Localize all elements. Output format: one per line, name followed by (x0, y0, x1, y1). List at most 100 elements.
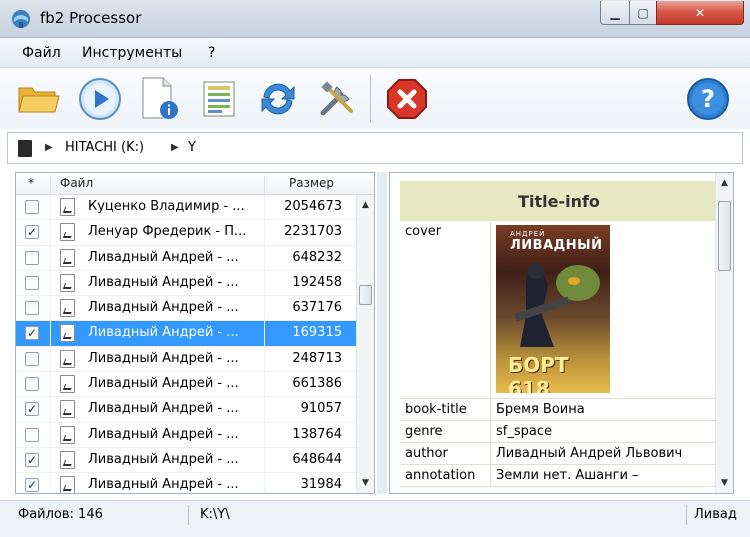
menu-tools[interactable]: Инструменты (82, 45, 182, 61)
file-info-button[interactable] (136, 75, 182, 123)
table-row[interactable]: ✓ Ливадный Андрей - ... 648644 (16, 447, 356, 474)
svg-text:?: ? (701, 85, 715, 113)
row-checkbox[interactable]: ✓ (25, 225, 39, 240)
splitter[interactable] (377, 172, 387, 494)
row-checkbox[interactable]: ✓ (25, 326, 39, 341)
table-row[interactable]: ✓ Ливадный Андрей - ... 91057 (16, 397, 356, 423)
close-icon: ✕ (694, 5, 706, 20)
info-key: cover (405, 224, 442, 239)
row-separator (50, 397, 51, 422)
info-value: Бремя Воина (496, 402, 585, 417)
row-separator (264, 346, 265, 372)
column-check-header[interactable]: * (28, 176, 34, 190)
file-size: 2054673 (284, 199, 342, 214)
table-row[interactable]: Ливадный Андрей - ... 661386 (16, 372, 356, 398)
column-size-header[interactable]: Размер (289, 176, 334, 190)
report-icon (203, 81, 235, 117)
table-row[interactable]: ✓ Ливадный Андрей - ... 169315 (16, 321, 356, 347)
fb2-file-icon (60, 273, 75, 292)
fb2-file-icon (60, 476, 75, 493)
status-path: K:\Y\ (200, 507, 230, 522)
list-header: * Файл Размер (16, 173, 374, 195)
info-panel: Title-info cover АНДРЕЙ ЛИВАДНЫЙ БОРТ 61… (389, 172, 734, 494)
list-scrollbar[interactable]: ▲ ▼ (356, 195, 374, 493)
file-name: Ленуар Фредерик - П... (88, 224, 247, 240)
run-button[interactable] (77, 75, 123, 123)
fb2-file-icon (60, 400, 75, 419)
table-row[interactable]: Ливадный Андрей - ... 248713 (16, 346, 356, 373)
table-row[interactable]: Ливадный Андрей - ... 192458 (16, 270, 356, 297)
toolbar-separator (370, 75, 372, 123)
scroll-up-arrow[interactable]: ▲ (357, 197, 374, 213)
info-row-genre: genre sf_space (400, 421, 718, 443)
row-checkbox[interactable] (25, 377, 39, 392)
file-name: Ливадный Андрей - ... (88, 300, 239, 316)
table-row[interactable]: Куценко Владимир - ... 2054673 (16, 195, 356, 221)
column-separator[interactable] (264, 175, 265, 193)
scroll-thumb[interactable] (359, 285, 372, 305)
stop-button[interactable] (384, 75, 430, 123)
scroll-thumb[interactable] (718, 201, 731, 271)
file-info-icon (142, 77, 178, 119)
row-checkbox[interactable]: ✓ (25, 452, 39, 467)
row-separator (264, 397, 265, 422)
fb2-file-icon (60, 324, 75, 343)
row-separator (264, 296, 265, 321)
maximize-button[interactable]: ▢ (629, 1, 657, 25)
row-checkbox[interactable] (25, 275, 39, 290)
table-row[interactable]: ✓ Ленуар Фредерик - П... 2231703 (16, 220, 356, 246)
column-separator[interactable] (50, 175, 51, 193)
row-checkbox[interactable]: ✓ (25, 478, 39, 493)
file-size: 248713 (292, 350, 342, 366)
fb2-file-icon (60, 450, 75, 469)
drive-icon (18, 140, 32, 157)
table-row[interactable]: Ливадный Андрей - ... 648232 (16, 245, 356, 271)
help-button[interactable]: ? (685, 75, 731, 123)
file-name: Ливадный Андрей - ... (88, 451, 239, 467)
row-separator (50, 296, 51, 321)
row-checkbox[interactable] (25, 250, 39, 265)
breadcrumb-folder[interactable]: Y (188, 140, 196, 155)
settings-button[interactable] (314, 75, 360, 123)
refresh-icon (261, 83, 295, 115)
menu-help[interactable]: ? (208, 45, 215, 61)
chevron-right-icon[interactable]: ▶ (45, 142, 53, 153)
info-row-cover: cover АНДРЕЙ ЛИВАДНЫЙ БОРТ 618 (400, 221, 718, 399)
row-separator (50, 321, 51, 346)
row-separator (264, 245, 265, 270)
table-row[interactable]: Ливадный Андрей - ... 637176 (16, 296, 356, 322)
info-key: genre (405, 424, 443, 439)
chevron-right-icon[interactable]: ▶ (171, 142, 179, 153)
table-row[interactable]: ✓ Ливадный Андрей - ... 31984 (16, 473, 356, 493)
scroll-down-arrow[interactable]: ▼ (716, 475, 733, 491)
minimize-button[interactable]: ▁ (600, 1, 630, 25)
row-checkbox[interactable] (25, 301, 39, 316)
cover-author: АНДРЕЙ (510, 230, 546, 238)
row-separator (50, 220, 51, 245)
row-checkbox[interactable] (25, 427, 39, 442)
refresh-button[interactable] (255, 75, 301, 123)
info-value: sf_space (496, 424, 552, 439)
breadcrumb-drive[interactable]: HITACHI (K:) (65, 140, 144, 155)
row-checkbox[interactable] (25, 351, 39, 366)
column-file-header[interactable]: Файл (60, 176, 93, 190)
breadcrumb[interactable]: ▶ HITACHI (K:) ▶ Y (7, 132, 743, 164)
row-separator (50, 195, 51, 220)
row-checkbox[interactable]: ✓ (25, 402, 39, 417)
open-folder-button[interactable] (16, 75, 62, 123)
info-row-annotation: annotation Земли нет. Ашанги – (400, 465, 718, 487)
menu-file[interactable]: Файл (22, 45, 61, 61)
close-button[interactable]: ✕ (656, 1, 744, 25)
info-scrollbar[interactable]: ▲ ▼ (715, 173, 733, 493)
info-value: Ливадный Андрей Львович (496, 446, 683, 461)
row-checkbox[interactable] (25, 200, 39, 214)
play-icon (79, 78, 121, 120)
table-row[interactable]: Ливадный Андрей - ... 138764 (16, 422, 356, 448)
scroll-up-arrow[interactable]: ▲ (716, 175, 733, 191)
fb2-file-icon (60, 248, 75, 267)
scroll-down-arrow[interactable]: ▼ (357, 475, 374, 491)
file-name: Ливадный Андрей - ... (88, 426, 239, 442)
view-report-button[interactable] (196, 75, 242, 123)
cover-title: БОРТ 618 (508, 353, 569, 393)
info-key: book-title (405, 402, 467, 417)
